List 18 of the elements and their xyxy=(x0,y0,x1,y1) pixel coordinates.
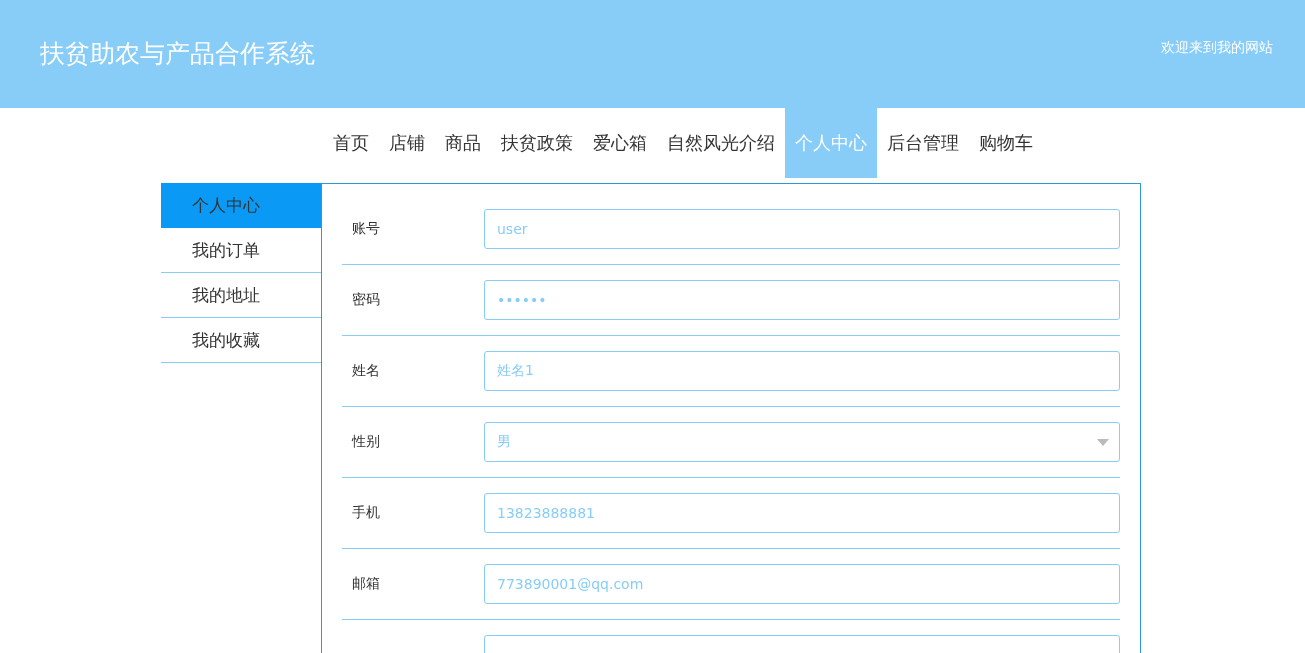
field-label: 姓名 xyxy=(351,362,381,380)
nav-link[interactable]: 后台管理 xyxy=(876,108,969,178)
nav-link[interactable]: 爱心箱 xyxy=(582,108,657,178)
nav-link[interactable]: 店铺 xyxy=(378,108,435,178)
field-label: 邮箱 xyxy=(351,575,381,593)
nav-link[interactable]: 商品 xyxy=(434,108,491,178)
field-label: 性别 xyxy=(350,433,381,451)
nav-link[interactable]: 首页 xyxy=(322,108,379,178)
nav-link[interactable]: 自然风光介绍 xyxy=(656,108,785,178)
sidebar-item[interactable]: 个人中心 xyxy=(161,183,321,228)
field-label: 手机 xyxy=(351,504,381,522)
field-label: 账号 xyxy=(351,220,381,238)
site-title: 扶贫助农与产品合作系统 xyxy=(40,37,315,70)
nav-link[interactable]: 购物车 xyxy=(968,108,1043,178)
welcome-text: 欢迎来到我的网站 xyxy=(1161,39,1273,57)
caret-icon xyxy=(1097,439,1109,446)
field-label: 密码 xyxy=(351,291,381,309)
nav-link[interactable]: 扶贫政策 xyxy=(490,108,583,178)
